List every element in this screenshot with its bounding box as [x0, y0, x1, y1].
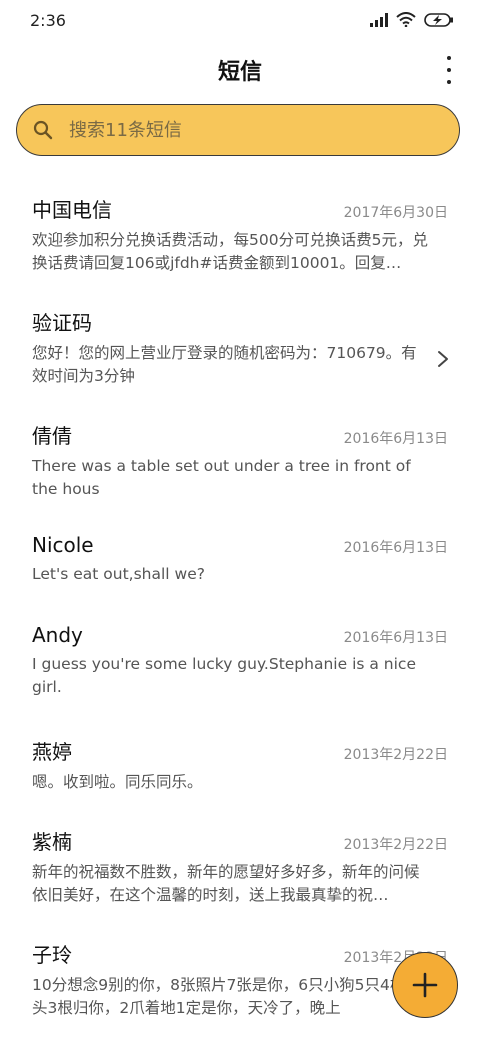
message-date: 2016年6月13日	[343, 431, 448, 447]
message-preview: 欢迎参加积分兑换话费活动，每500分可兑换话费5元，兑换话费请回复106或jfd…	[32, 231, 428, 272]
message-date: 2017年6月30日	[343, 205, 448, 221]
message-preview: 您好！您的网上营业厅登录的随机密码为：710679。有效时间为3分钟	[32, 344, 417, 385]
message-preview: 新年的祝福数不胜数，新年的愿望好多好多，新年的问候依旧美好，在这个温馨的时刻，送…	[32, 863, 420, 904]
message-preview: 嗯。收到啦。同乐同乐。	[32, 773, 203, 791]
message-date: 2016年6月13日	[343, 630, 448, 646]
message-date: 2016年6月13日	[343, 540, 448, 556]
sender-name: 倩倩	[32, 424, 72, 448]
message-item[interactable]: 燕婷 2013年2月22日 嗯。收到啦。同乐同乐。	[0, 718, 480, 808]
message-date: 2013年2月22日	[343, 747, 448, 763]
more-dot-icon	[447, 80, 451, 84]
message-preview: 10分想念9别的你，8张照片7张是你，6只小狗5只4根骨头3根归你，2爪着地1定…	[32, 976, 421, 1017]
message-preview: I guess you're some lucky guy.Stephanie …	[32, 655, 416, 696]
sender-name: 中国电信	[32, 198, 112, 222]
search-bar[interactable]	[16, 104, 460, 156]
message-preview: There was a table set out under a tree i…	[32, 457, 411, 498]
message-item[interactable]: 倩倩 2016年6月13日 There was a table set out …	[0, 402, 480, 515]
wifi-icon	[396, 12, 416, 27]
status-icons	[370, 12, 454, 27]
message-item[interactable]: 验证码 您好！您的网上营业厅登录的随机密码为：710679。有效时间为3分钟	[0, 289, 480, 402]
chevron-right-icon[interactable]	[436, 349, 450, 369]
sender-name: 子玲	[32, 943, 72, 967]
more-options-button[interactable]	[444, 56, 454, 84]
status-time: 2:36	[30, 11, 66, 30]
message-preview: Let's eat out,shall we?	[32, 565, 205, 583]
status-bar: 2:36	[0, 0, 480, 42]
search-input[interactable]	[67, 118, 431, 142]
message-item[interactable]: 中国电信 2017年6月30日 欢迎参加积分兑换话费活动，每500分可兑换话费5…	[0, 176, 480, 289]
more-dot-icon	[447, 68, 451, 72]
message-list: 中国电信 2017年6月30日 欢迎参加积分兑换话费活动，每500分可兑换话费5…	[0, 176, 480, 1034]
plus-icon	[412, 972, 438, 998]
more-dot-icon	[447, 56, 451, 60]
app-bar: 短信	[0, 42, 480, 98]
message-date: 2013年2月22日	[343, 837, 448, 853]
sender-name: Andy	[32, 623, 83, 647]
message-item[interactable]: 紫楠 2013年2月22日 新年的祝福数不胜数，新年的愿望好多好多，新年的问候依…	[0, 808, 480, 921]
search-icon	[33, 120, 53, 140]
sender-name: Nicole	[32, 533, 94, 557]
sender-name: 紫楠	[32, 830, 72, 854]
battery-charging-icon	[424, 12, 453, 27]
page-title: 短信	[217, 60, 262, 85]
new-message-button[interactable]	[392, 952, 458, 1018]
sender-name: 燕婷	[32, 740, 72, 764]
signal-icon	[370, 12, 388, 27]
message-item[interactable]: Andy 2016年6月13日 I guess you're some luck…	[0, 605, 480, 718]
message-item[interactable]: Nicole 2016年6月13日 Let's eat out,shall we…	[0, 515, 480, 605]
sender-name: 验证码	[32, 311, 92, 335]
